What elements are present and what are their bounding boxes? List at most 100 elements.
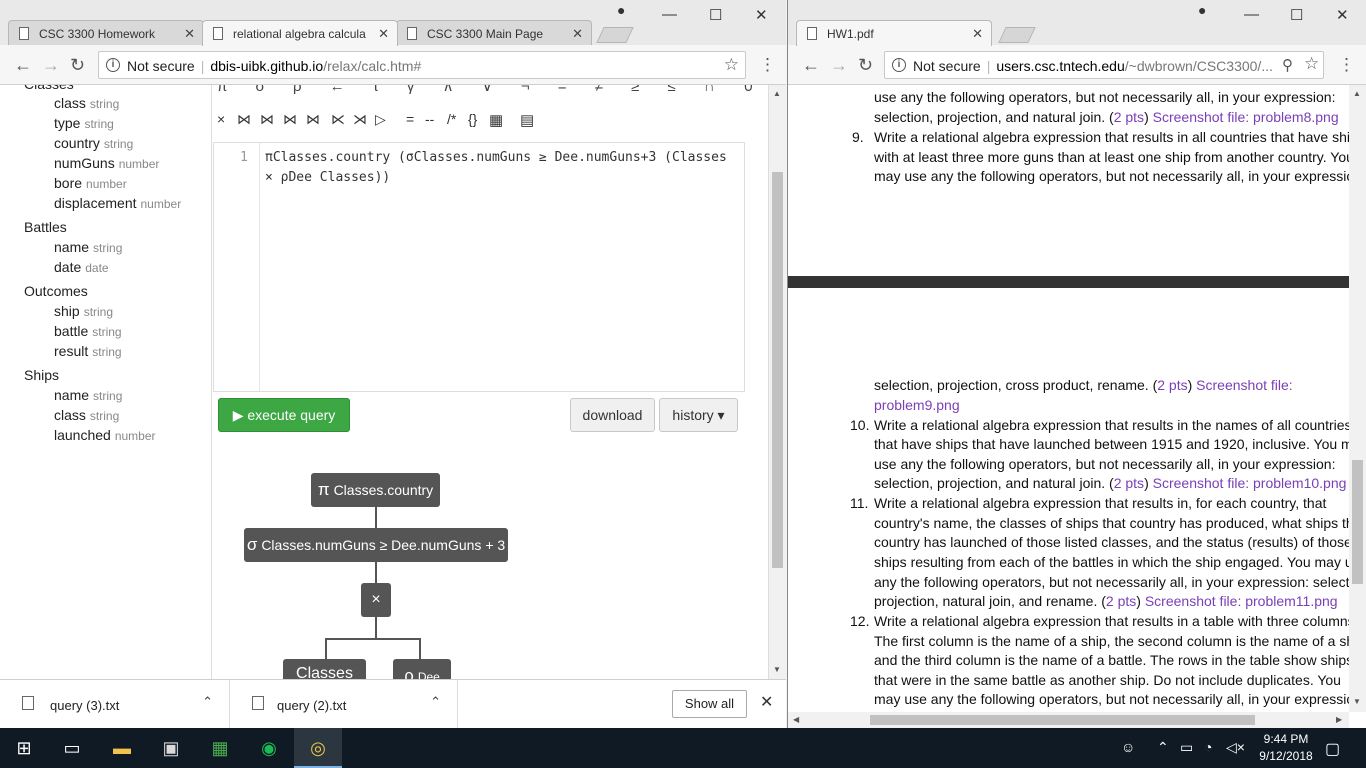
attr-battle[interactable]: battle string xyxy=(54,323,122,339)
bookmark-star-icon[interactable]: ☆ xyxy=(724,55,739,75)
profile-icon[interactable]: ● xyxy=(1198,2,1206,18)
volume-muted-icon[interactable]: ◁× xyxy=(1226,739,1245,756)
address-bar[interactable]: i Not secure | dbis-uibk.github.io/relax/c… xyxy=(98,51,746,79)
query-code[interactable]: πClasses.country (σClasses.numGuns ≥ Dee… xyxy=(265,148,740,188)
op-left-outer-join[interactable]: ⋈ xyxy=(260,111,274,128)
relation-battles[interactable]: Battles xyxy=(24,219,67,235)
pdf-link[interactable]: problem9.png xyxy=(874,397,960,413)
tab-close-icon[interactable]: ✕ xyxy=(378,26,389,42)
pdf-link[interactable]: Screenshot file: problem10.png xyxy=(1153,475,1347,491)
scroll-thumb[interactable] xyxy=(772,172,783,568)
history-button[interactable]: history ▾ xyxy=(659,398,738,432)
tab-relational-algebra[interactable]: relational algebra calcula ✕ xyxy=(202,20,398,46)
spreadsheet-app-icon[interactable]: ▦ xyxy=(196,728,244,768)
menu-dots-icon[interactable]: ⋮ xyxy=(1338,55,1355,75)
maximize-icon[interactable]: ☐ xyxy=(709,6,722,24)
download-item[interactable]: query (3).txt ⌃ xyxy=(0,680,230,728)
new-tab-button[interactable] xyxy=(596,27,634,43)
profile-icon[interactable]: ● xyxy=(617,2,625,18)
left-vertical-scrollbar[interactable]: ▲ ▼ xyxy=(768,85,786,679)
info-icon[interactable]: i xyxy=(106,58,120,72)
back-icon[interactable]: ← xyxy=(802,55,820,76)
window-close-icon[interactable]: ✕ xyxy=(1336,6,1349,24)
right-vertical-scrollbar[interactable]: ▲ ▼ xyxy=(1349,85,1366,712)
operator-toolbar-row-1[interactable]: π σ ρ ← τ γ ∧ ∨ ¬ = ≠ ≥ ≤ ∩ ∪ ÷ − xyxy=(217,85,768,95)
tab-close-icon[interactable]: ✕ xyxy=(184,26,195,42)
attr-launched[interactable]: launched number xyxy=(54,427,156,443)
pdf-link[interactable]: Screenshot file: problem8.png xyxy=(1153,109,1339,125)
zoom-icon[interactable]: ⚲ xyxy=(1282,56,1293,74)
menu-dots-icon[interactable]: ⋮ xyxy=(759,55,776,75)
execute-query-button[interactable]: ▶ execute query xyxy=(218,398,350,432)
tab-csc3300-main[interactable]: CSC 3300 Main Page ✕ xyxy=(396,20,592,46)
scroll-thumb[interactable] xyxy=(870,715,1255,725)
tab-csc3300-homework[interactable]: CSC 3300 Homework ✕ xyxy=(8,20,204,46)
attr-numguns[interactable]: numGuns number xyxy=(54,155,159,171)
pdf-link[interactable]: Screenshot file: xyxy=(1196,377,1293,393)
attr-date[interactable]: date date xyxy=(54,259,109,275)
attr-bore[interactable]: bore number xyxy=(54,175,127,191)
tab-hw1-pdf[interactable]: HW1.pdf ✕ xyxy=(796,20,992,46)
download-button[interactable]: download xyxy=(570,398,655,432)
start-icon[interactable]: ⊞ xyxy=(0,728,48,768)
relation-ships[interactable]: Ships xyxy=(24,367,59,383)
tree-node-cross-product[interactable]: × xyxy=(361,583,391,617)
op-right-outer-join[interactable]: ⋈ xyxy=(283,111,297,128)
attr-class[interactable]: class string xyxy=(54,95,119,111)
tree-node-classes[interactable]: Classes xyxy=(283,659,366,679)
table-icon[interactable]: ▦ xyxy=(489,111,503,129)
task-view-icon[interactable]: ▭ xyxy=(48,728,96,768)
tab-close-icon[interactable]: ✕ xyxy=(972,26,983,42)
address-bar[interactable]: i Not secure | users.csc.tntech.edu/~dwbro… xyxy=(884,51,1324,79)
code-editor[interactable]: 1 πClasses.country (σClasses.numGuns ≥ D… xyxy=(213,142,745,392)
reload-icon[interactable]: ↻ xyxy=(858,55,873,76)
op-cross[interactable]: × xyxy=(217,111,225,127)
op-left-semi-join[interactable]: ⋉ xyxy=(331,111,345,128)
notification-icon[interactable]: ▢ xyxy=(1325,739,1340,759)
close-download-bar-icon[interactable]: ✕ xyxy=(760,692,773,712)
maximize-icon[interactable]: ☐ xyxy=(1290,6,1303,24)
tree-node-projection[interactable]: π Classes.country xyxy=(311,473,440,507)
attr-result[interactable]: result string xyxy=(54,343,122,359)
new-tab-button[interactable] xyxy=(998,27,1036,43)
scroll-up-icon[interactable]: ▲ xyxy=(773,89,781,98)
attr-type[interactable]: type string xyxy=(54,115,114,131)
op-braces[interactable]: {} xyxy=(468,111,477,127)
relation-outcomes[interactable]: Outcomes xyxy=(24,283,88,299)
chrome-icon[interactable]: ◎ xyxy=(294,728,342,768)
system-clock[interactable]: 9:44 PM 9/12/2018 xyxy=(1252,731,1320,765)
chevron-up-icon[interactable]: ⌃ xyxy=(202,694,213,710)
wifi-icon[interactable]: ◔ xyxy=(1204,739,1212,755)
attr-name[interactable]: name string xyxy=(54,239,122,255)
calendar-icon[interactable]: ▤ xyxy=(520,111,534,129)
op-comment-line[interactable]: -- xyxy=(425,111,434,127)
file-explorer-icon[interactable]: ▬ xyxy=(98,728,146,768)
scroll-thumb[interactable] xyxy=(1352,460,1363,584)
attr-class[interactable]: class string xyxy=(54,407,119,423)
info-icon[interactable]: i xyxy=(892,58,906,72)
right-horizontal-scrollbar[interactable]: ◀ ▶ xyxy=(788,712,1349,728)
attr-ship[interactable]: ship string xyxy=(54,303,113,319)
download-item[interactable]: query (2).txt ⌃ xyxy=(230,680,458,728)
scroll-down-icon[interactable]: ▼ xyxy=(773,665,781,674)
scroll-up-icon[interactable]: ▲ xyxy=(1353,89,1361,98)
sublime-text-icon[interactable]: ▣ xyxy=(147,728,195,768)
attr-name[interactable]: name string xyxy=(54,387,122,403)
chevron-up-icon[interactable]: ⌃ xyxy=(1157,739,1169,756)
relation-classes[interactable]: Classes xyxy=(24,85,74,92)
battery-icon[interactable]: ▭ xyxy=(1180,739,1193,756)
scroll-down-icon[interactable]: ▼ xyxy=(1353,697,1361,706)
tree-node-selection[interactable]: σ Classes.numGuns ≥ Dee.numGuns + 3 xyxy=(244,528,508,562)
scroll-right-icon[interactable]: ▶ xyxy=(1336,715,1342,724)
bookmark-star-icon[interactable]: ☆ xyxy=(1304,54,1319,74)
reload-icon[interactable]: ↻ xyxy=(70,55,85,76)
scroll-left-icon[interactable]: ◀ xyxy=(793,715,799,724)
tab-close-icon[interactable]: ✕ xyxy=(572,26,583,42)
forward-icon[interactable]: → xyxy=(42,55,60,76)
attr-displacement[interactable]: displacement number xyxy=(54,195,181,211)
op-anti-join[interactable]: ▷ xyxy=(375,111,386,128)
op-equals[interactable]: = xyxy=(406,111,414,127)
minimize-icon[interactable]: — xyxy=(662,6,677,23)
chevron-up-icon[interactable]: ⌃ xyxy=(430,694,441,710)
op-full-outer-join[interactable]: ⋈ xyxy=(306,111,320,128)
